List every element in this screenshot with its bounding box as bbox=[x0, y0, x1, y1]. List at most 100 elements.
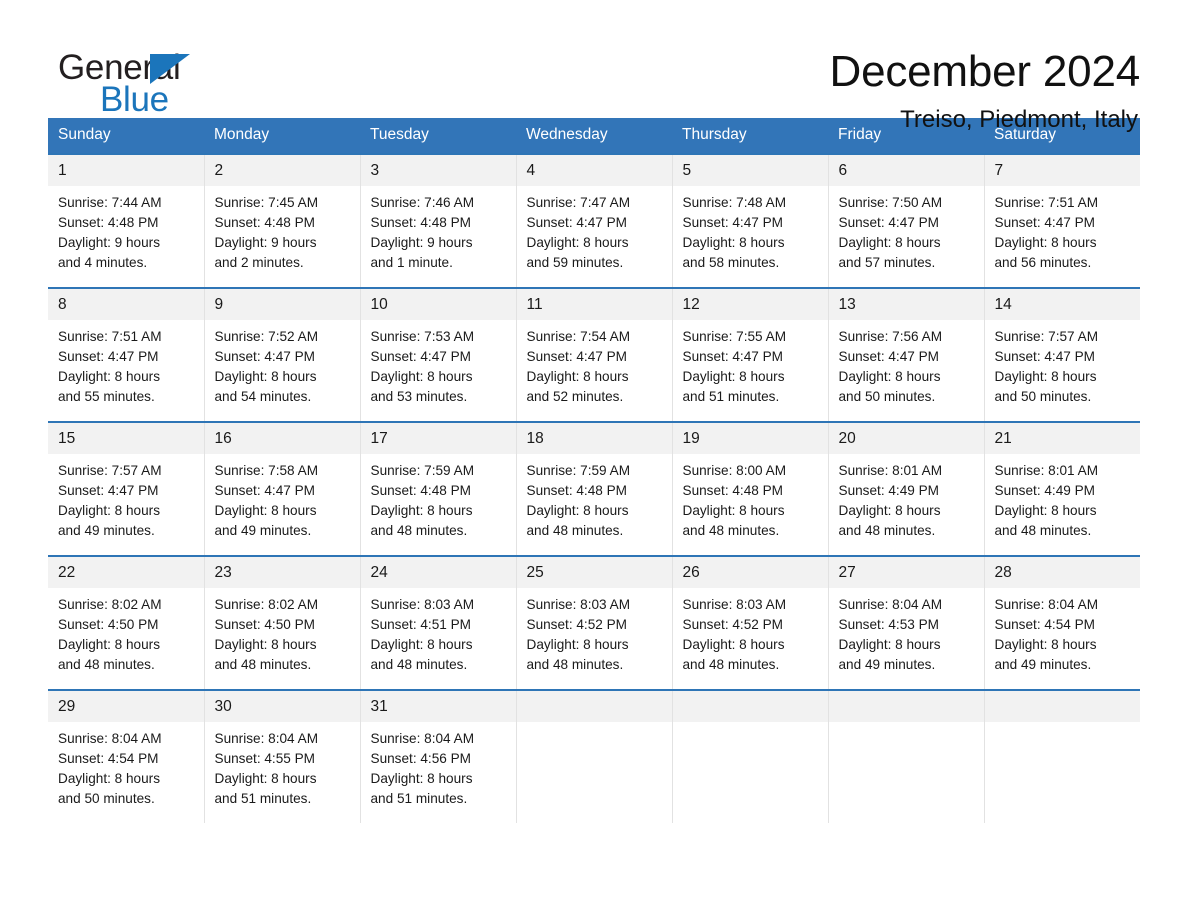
calendar-day-cell[interactable]: 15 Sunrise: 7:57 AM Sunset: 4:47 PM Dayligh… bbox=[48, 421, 205, 556]
sunset-text: Sunset: 4:50 PM bbox=[214, 616, 316, 632]
day-details: Sunrise: 7:46 AM Sunset: 4:48 PM Daylight:… bbox=[361, 186, 516, 273]
calendar-day-cell[interactable]: 3 Sunrise: 7:46 AM Sunset: 4:48 PM Daylight… bbox=[360, 153, 517, 288]
calendar-day-cell[interactable]: 7 Sunrise: 7:51 AM Sunset: 4:47 PM Daylight… bbox=[984, 153, 1140, 288]
daylight-text-line1: Daylight: 8 hours bbox=[682, 368, 785, 384]
daylight-text-line2: and 48 minutes. bbox=[214, 656, 312, 672]
day-details: Sunrise: 8:02 AM Sunset: 4:50 PM Daylight:… bbox=[48, 588, 204, 675]
day-number: 1 bbox=[48, 155, 204, 186]
sunrise-text: Sunrise: 8:04 AM bbox=[58, 731, 162, 746]
day-number: 30 bbox=[204, 691, 360, 722]
calendar-day-cell[interactable]: 13 Sunrise: 7:56 AM Sunset: 4:47 PM Dayligh… bbox=[828, 287, 985, 422]
sunset-text: Sunset: 4:47 PM bbox=[214, 482, 316, 498]
calendar-day-cell[interactable]: 4 Sunrise: 7:47 AM Sunset: 4:47 PM Daylight… bbox=[516, 153, 673, 288]
calendar-day-cell[interactable]: 21 Sunrise: 8:01 AM Sunset: 4:49 PM Dayligh… bbox=[984, 421, 1140, 556]
daylight-text-line1: Daylight: 8 hours bbox=[682, 502, 785, 518]
daylight-text-line2: and 48 minutes. bbox=[526, 656, 624, 672]
sunrise-text: Sunrise: 7:55 AM bbox=[682, 329, 787, 344]
calendar-day-cell[interactable]: 16 Sunrise: 7:58 AM Sunset: 4:47 PM Dayligh… bbox=[204, 421, 361, 556]
day-number: 2 bbox=[204, 155, 360, 186]
title-block: December 2024 Treiso, Piedmont, Italy bbox=[830, 44, 1141, 136]
calendar-day-cell-empty bbox=[516, 689, 673, 823]
day-number bbox=[672, 691, 828, 722]
sunrise-text: Sunrise: 7:51 AM bbox=[58, 329, 162, 344]
sunrise-text: Sunrise: 7:54 AM bbox=[526, 329, 631, 344]
daylight-text-line1: Daylight: 8 hours bbox=[58, 636, 161, 652]
daylight-text-line2: and 49 minutes. bbox=[838, 656, 936, 672]
daylight-text-line2: and 48 minutes. bbox=[682, 656, 780, 672]
calendar-week-row: 22 Sunrise: 8:02 AM Sunset: 4:50 PM Dayligh… bbox=[48, 555, 1140, 690]
calendar-day-cell[interactable]: 28 Sunrise: 8:04 AM Sunset: 4:54 PM Dayligh… bbox=[984, 555, 1140, 690]
sunrise-text: Sunrise: 8:03 AM bbox=[682, 597, 787, 612]
calendar-day-cell-empty bbox=[828, 689, 985, 823]
calendar-day-cell[interactable]: 25 Sunrise: 8:03 AM Sunset: 4:52 PM Dayligh… bbox=[516, 555, 673, 690]
calendar-day-cell[interactable]: 17 Sunrise: 7:59 AM Sunset: 4:48 PM Dayligh… bbox=[360, 421, 517, 556]
calendar-day-cell[interactable]: 23 Sunrise: 8:02 AM Sunset: 4:50 PM Dayligh… bbox=[204, 555, 361, 690]
calendar-day-cell[interactable]: 30 Sunrise: 8:04 AM Sunset: 4:55 PM Dayligh… bbox=[204, 689, 361, 823]
day-details: Sunrise: 8:04 AM Sunset: 4:55 PM Daylight:… bbox=[205, 722, 360, 809]
calendar-day-cell[interactable]: 5 Sunrise: 7:48 AM Sunset: 4:47 PM Daylight… bbox=[672, 153, 829, 288]
calendar-day-cell[interactable]: 14 Sunrise: 7:57 AM Sunset: 4:47 PM Dayligh… bbox=[984, 287, 1140, 422]
calendar-day-cell[interactable]: 6 Sunrise: 7:50 AM Sunset: 4:47 PM Daylight… bbox=[828, 153, 985, 288]
sunrise-text: Sunrise: 7:46 AM bbox=[370, 195, 475, 210]
sunset-text: Sunset: 4:47 PM bbox=[526, 214, 628, 230]
day-number: 23 bbox=[204, 557, 360, 588]
calendar-day-cell[interactable]: 11 Sunrise: 7:54 AM Sunset: 4:47 PM Dayligh… bbox=[516, 287, 673, 422]
calendar-day-cell[interactable]: 12 Sunrise: 7:55 AM Sunset: 4:47 PM Dayligh… bbox=[672, 287, 829, 422]
calendar-day-cell[interactable]: 26 Sunrise: 8:03 AM Sunset: 4:52 PM Dayligh… bbox=[672, 555, 829, 690]
sunrise-text: Sunrise: 7:58 AM bbox=[214, 463, 319, 478]
daylight-text-line2: and 48 minutes. bbox=[370, 656, 468, 672]
sunrise-text: Sunrise: 7:51 AM bbox=[994, 195, 1099, 210]
calendar-week-row: 1 Sunrise: 7:44 AM Sunset: 4:48 PM Daylight… bbox=[48, 153, 1140, 288]
daylight-text-line1: Daylight: 8 hours bbox=[370, 636, 473, 652]
sunset-text: Sunset: 4:49 PM bbox=[838, 482, 940, 498]
calendar-day-cell[interactable]: 2 Sunrise: 7:45 AM Sunset: 4:48 PM Daylight… bbox=[204, 153, 361, 288]
weekday-header-thursday: Thursday bbox=[672, 118, 828, 154]
day-number bbox=[984, 691, 1140, 722]
calendar-day-cell[interactable]: 31 Sunrise: 8:04 AM Sunset: 4:56 PM Dayligh… bbox=[360, 689, 517, 823]
sunset-text: Sunset: 4:47 PM bbox=[526, 348, 628, 364]
sunrise-text: Sunrise: 7:59 AM bbox=[526, 463, 631, 478]
daylight-text-line1: Daylight: 8 hours bbox=[526, 502, 629, 518]
sunset-text: Sunset: 4:48 PM bbox=[370, 482, 472, 498]
daylight-text-line2: and 51 minutes. bbox=[682, 388, 780, 404]
sunset-text: Sunset: 4:48 PM bbox=[214, 214, 316, 230]
calendar-day-cell-empty bbox=[672, 689, 829, 823]
daylight-text-line2: and 56 minutes. bbox=[994, 254, 1092, 270]
sunrise-text: Sunrise: 7:45 AM bbox=[214, 195, 319, 210]
calendar-day-cell[interactable]: 1 Sunrise: 7:44 AM Sunset: 4:48 PM Daylight… bbox=[48, 153, 205, 288]
calendar-day-cell[interactable]: 22 Sunrise: 8:02 AM Sunset: 4:50 PM Dayligh… bbox=[48, 555, 205, 690]
daylight-text-line2: and 50 minutes. bbox=[58, 790, 155, 806]
daylight-text-line1: Daylight: 8 hours bbox=[838, 636, 941, 652]
calendar-day-cell[interactable]: 18 Sunrise: 7:59 AM Sunset: 4:48 PM Dayligh… bbox=[516, 421, 673, 556]
day-number: 31 bbox=[360, 691, 516, 722]
sunrise-text: Sunrise: 8:03 AM bbox=[370, 597, 475, 612]
sunrise-text: Sunrise: 7:53 AM bbox=[370, 329, 475, 344]
daylight-text-line2: and 53 minutes. bbox=[370, 388, 468, 404]
sunset-text: Sunset: 4:56 PM bbox=[370, 750, 472, 766]
daylight-text-line1: Daylight: 8 hours bbox=[838, 234, 941, 250]
calendar-day-cell[interactable]: 24 Sunrise: 8:03 AM Sunset: 4:51 PM Dayligh… bbox=[360, 555, 517, 690]
daylight-text-line1: Daylight: 8 hours bbox=[526, 234, 629, 250]
day-number: 12 bbox=[672, 289, 828, 320]
sunset-text: Sunset: 4:48 PM bbox=[370, 214, 472, 230]
daylight-text-line1: Daylight: 8 hours bbox=[214, 770, 317, 786]
daylight-text-line1: Daylight: 8 hours bbox=[682, 636, 785, 652]
sunset-text: Sunset: 4:47 PM bbox=[838, 214, 940, 230]
sunset-text: Sunset: 4:47 PM bbox=[682, 348, 784, 364]
sunrise-text: Sunrise: 8:01 AM bbox=[838, 463, 943, 478]
daylight-text-line2: and 48 minutes. bbox=[838, 522, 936, 538]
calendar-day-cell[interactable]: 10 Sunrise: 7:53 AM Sunset: 4:47 PM Dayligh… bbox=[360, 287, 517, 422]
sunset-text: Sunset: 4:47 PM bbox=[214, 348, 316, 364]
calendar-day-cell[interactable]: 20 Sunrise: 8:01 AM Sunset: 4:49 PM Dayligh… bbox=[828, 421, 985, 556]
calendar-day-cell[interactable]: 27 Sunrise: 8:04 AM Sunset: 4:53 PM Dayligh… bbox=[828, 555, 985, 690]
day-number: 24 bbox=[360, 557, 516, 588]
day-details: Sunrise: 8:03 AM Sunset: 4:52 PM Daylight:… bbox=[517, 588, 672, 675]
calendar-day-cell[interactable]: 19 Sunrise: 8:00 AM Sunset: 4:48 PM Dayligh… bbox=[672, 421, 829, 556]
calendar-day-cell[interactable]: 29 Sunrise: 8:04 AM Sunset: 4:54 PM Dayligh… bbox=[48, 689, 205, 823]
sunset-text: Sunset: 4:47 PM bbox=[370, 348, 472, 364]
calendar-day-cell[interactable]: 8 Sunrise: 7:51 AM Sunset: 4:47 PM Daylight… bbox=[48, 287, 205, 422]
day-number: 6 bbox=[828, 155, 984, 186]
sunrise-text: Sunrise: 7:57 AM bbox=[58, 463, 162, 478]
sunset-text: Sunset: 4:47 PM bbox=[682, 214, 784, 230]
calendar-day-cell[interactable]: 9 Sunrise: 7:52 AM Sunset: 4:47 PM Daylight… bbox=[204, 287, 361, 422]
